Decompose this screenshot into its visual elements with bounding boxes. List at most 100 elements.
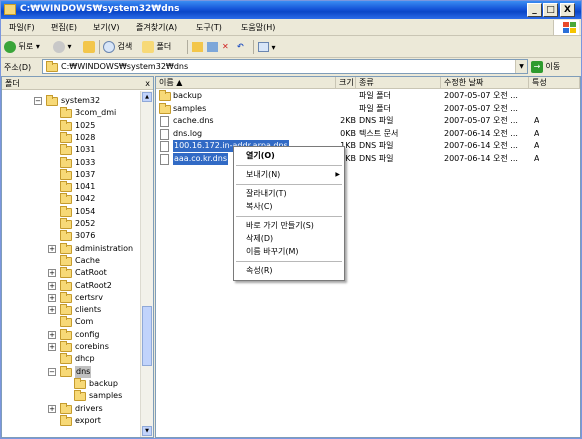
column-type[interactable]: 종류: [356, 77, 441, 89]
chevron-down-icon[interactable]: ▼: [515, 60, 527, 73]
menu-help[interactable]: 도움말(H): [241, 22, 275, 33]
tree-item-label: CatRoot2: [75, 280, 112, 290]
file-type: 파일 폴더: [359, 103, 391, 113]
expand-icon[interactable]: +: [48, 281, 56, 290]
file-size: 2KB: [340, 116, 356, 125]
file-icon: [160, 153, 169, 165]
folders-icon: [142, 40, 154, 53]
menu-item-copy[interactable]: 복사(C): [234, 201, 344, 213]
file-attr: A: [534, 153, 540, 163]
views-icon: [258, 42, 269, 52]
menu-item-open[interactable]: 열기(O): [234, 150, 344, 162]
file-row[interactable]: 100.16.172.in-addr.arpa.dns 1KB DNS 파일 2007…: [156, 140, 580, 152]
tree-item-label: dns: [75, 365, 92, 378]
menu-item-delete[interactable]: 삭제(D): [234, 233, 344, 245]
expand-icon[interactable]: +: [48, 269, 56, 278]
address-input[interactable]: C:₩WINDOWS₩system32₩dns ▼: [42, 59, 528, 74]
up-folder-button[interactable]: [83, 40, 95, 54]
column-attributes[interactable]: 특성: [529, 77, 580, 89]
file-row[interactable]: dns.log 0KB 텍스트 문서 2007-06-14 오전 ... A: [156, 128, 580, 140]
undo-icon[interactable]: ↶: [237, 40, 244, 54]
back-label: 뒤로: [18, 42, 34, 51]
menu-item-rename[interactable]: 이름 바꾸기(M): [234, 246, 344, 258]
folder-icon: [60, 279, 72, 291]
expand-icon[interactable]: +: [48, 343, 56, 351]
minimize-button[interactable]: _: [527, 3, 542, 17]
delete-icon[interactable]: ✕: [222, 40, 229, 54]
up-folder-icon: [83, 40, 95, 53]
menu-tools[interactable]: 도구(T): [196, 22, 222, 33]
folder-icon: [60, 119, 72, 131]
column-name[interactable]: 이름 ▲: [156, 77, 336, 89]
expand-icon[interactable]: +: [48, 244, 56, 253]
expand-icon[interactable]: +: [48, 293, 56, 302]
search-icon: [103, 40, 115, 53]
file-icon: [160, 116, 169, 127]
address-bar: 주소(D) C:₩WINDOWS₩system32₩dns ▼ → 이동: [1, 58, 581, 76]
back-button[interactable]: 뒤로 ▾: [4, 40, 40, 54]
collapse-icon[interactable]: −: [34, 97, 42, 105]
expand-icon[interactable]: +: [48, 404, 56, 413]
column-modified[interactable]: 수정한 날짜: [441, 77, 529, 89]
maximize-button[interactable]: □: [543, 3, 558, 17]
folder-icon: [60, 168, 72, 180]
menu-item-properties[interactable]: 속성(R): [234, 265, 344, 277]
go-button[interactable]: → 이동: [531, 59, 577, 74]
file-row[interactable]: samples 파일 폴더 2007-05-07 오전 ...: [156, 102, 580, 115]
expand-icon[interactable]: +: [48, 330, 56, 339]
file-type: 텍스트 문서: [359, 128, 399, 138]
close-pane-button[interactable]: x: [145, 77, 150, 90]
toolbar-separator: [253, 40, 254, 54]
folder-pane-header: 폴더 x: [2, 77, 153, 90]
tree-item-label: 1054: [75, 206, 96, 216]
close-button[interactable]: X: [560, 3, 575, 17]
tree-item-label: 1031: [75, 145, 96, 155]
file-row[interactable]: aaa.co.kr.dns 1KB DNS 파일 2007-06-14 오전 ... A: [156, 152, 580, 165]
menu-view[interactable]: 보기(V): [93, 22, 119, 33]
menu-edit[interactable]: 편집(E): [51, 22, 77, 33]
toolbar-separator: [187, 40, 188, 54]
views-button[interactable]: ▾: [258, 40, 276, 54]
window-title: C:₩WINDOWS₩system32₩dns: [20, 4, 180, 14]
scroll-up-arrow-icon[interactable]: ▲: [142, 92, 152, 102]
folder-icon: [159, 102, 171, 115]
folder-icon: [60, 353, 72, 365]
address-label: 주소(D): [4, 63, 32, 72]
file-row[interactable]: cache.dns 2KB DNS 파일 2007-05-07 오전 ... A: [156, 115, 580, 127]
search-button[interactable]: 검색: [103, 40, 132, 54]
file-name: samples: [173, 103, 207, 113]
menu-bar: 파일(F) 편집(E) 보기(V) 즐겨찾기(A) 도구(T) 도움말(H): [1, 19, 581, 36]
menu-file[interactable]: 파일(F): [9, 22, 35, 33]
folder-pane: 폴더 x − system32 3com_dmi 1025 1028 1031 1033 10…: [1, 76, 154, 438]
folder-icon: [60, 107, 72, 119]
scroll-down-arrow-icon[interactable]: ▼: [142, 426, 152, 436]
column-size[interactable]: 크기: [336, 77, 356, 89]
file-icon: [160, 128, 169, 140]
tree-item-label: system32: [61, 96, 101, 105]
folder-icon: [60, 267, 72, 279]
collapse-icon[interactable]: −: [48, 367, 56, 376]
menu-favorites[interactable]: 즐겨찾기(A): [136, 22, 177, 33]
move-to-icon[interactable]: [192, 42, 203, 52]
scroll-thumb[interactable]: [142, 306, 152, 366]
file-row[interactable]: backup 파일 폴더 2007-05-07 오전 ...: [156, 90, 580, 102]
folder-icon: [60, 156, 72, 168]
folder-icon: [60, 254, 72, 266]
submenu-arrow-icon: ▶: [335, 171, 340, 178]
tree-item-label: config: [75, 329, 100, 339]
menu-item-cut[interactable]: 잘라내기(T): [234, 188, 344, 200]
title-bar[interactable]: C:₩WINDOWS₩system32₩dns _ □ X: [1, 1, 581, 19]
file-icon: [159, 153, 171, 165]
tree-item-label: backup: [89, 378, 118, 388]
menu-item-send-to[interactable]: 보내기(N) ▶: [234, 169, 344, 181]
expand-icon[interactable]: +: [48, 306, 56, 315]
folder-icon: [60, 230, 72, 242]
folder-pane-scrollbar[interactable]: ▲ ▼: [140, 91, 153, 437]
menu-separator: [236, 165, 342, 166]
copy-to-icon[interactable]: [207, 42, 218, 52]
forward-button[interactable]: ▾: [53, 40, 72, 54]
file-name: backup: [173, 91, 202, 100]
folders-button[interactable]: 폴더: [142, 40, 171, 54]
menu-item-create-shortcut[interactable]: 바로 가기 만들기(S): [234, 220, 344, 232]
tree-item-label: clients: [75, 305, 102, 315]
